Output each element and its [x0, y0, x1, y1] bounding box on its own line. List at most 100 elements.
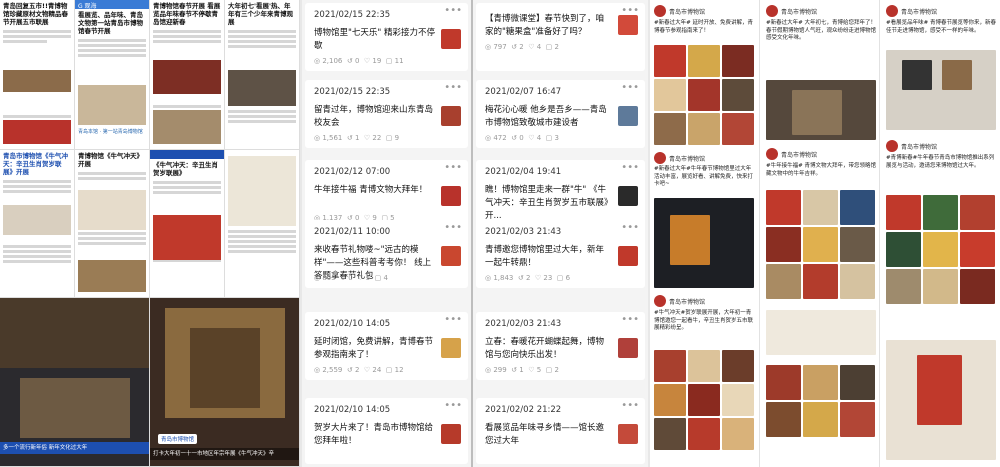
article-feed-panel-1: 2021/02/15 22:35 ••• 博物馆里"七天乐" 精彩接力不停歇 ◎ 2,…	[302, 0, 471, 467]
like-icon[interactable]: ♡	[528, 43, 534, 51]
comment-icon[interactable]: ▢	[386, 366, 393, 374]
more-options-icon[interactable]: •••	[621, 314, 639, 325]
article-card[interactable]: 2021/02/12 07:00 ••• 牛年接牛福 青博文物大拜年！ ◎ 1,137…	[305, 160, 468, 228]
more-options-icon[interactable]: •••	[444, 162, 462, 173]
news-screenshot-6[interactable]: 青博物馆《牛气冲天》开展	[75, 150, 150, 298]
comment-count: 12	[394, 366, 404, 374]
share-icon[interactable]: ↺	[511, 43, 517, 51]
news-image	[153, 110, 221, 144]
like-icon[interactable]: ♡	[357, 274, 363, 282]
comment-icon[interactable]: ▢	[546, 134, 553, 142]
article-title[interactable]: 瞧！博物馆里走来一群"牛" 《牛气冲天：辛丑生肖贺岁五市联展》开...	[485, 184, 610, 223]
article-title[interactable]: 牛年接牛福 青博文物大拜年！	[314, 184, 439, 197]
article-thumbnail[interactable]	[618, 186, 638, 206]
more-options-icon[interactable]: •••	[444, 400, 462, 411]
news-screenshot-3[interactable]: 青博物馆春节开展 看展览品年味春节不停歇青岛馆迎新春	[150, 0, 225, 150]
post-text: #牛气冲天#贺岁联展开展，大年初一青博馆邀您一起看牛，辛丑生肖贺岁五市联展精彩纷…	[654, 310, 754, 331]
article-title[interactable]: 贺岁大片来了！青岛市博物馆给您拜年啦！	[314, 422, 439, 448]
more-options-icon[interactable]: •••	[444, 314, 462, 325]
article-card[interactable]: 2021/02/03 21:43 ••• 青博邀您博物馆里过大年，新年一起牛转鼎！ ◎…	[476, 220, 645, 288]
comment-icon[interactable]: ▢	[546, 43, 553, 51]
more-options-icon[interactable]: •••	[444, 5, 462, 16]
like-icon[interactable]: ♡	[364, 366, 370, 374]
comment-icon[interactable]: ▢	[386, 134, 393, 142]
weibo-column-1[interactable]: 青岛市博物馆 #新春过大年# 延时开放、免费讲解，青博春节参观指南来了！ 青岛市…	[650, 0, 760, 467]
article-title[interactable]: 梅花沁心暖 他乡是吾乡——青岛市博物馆致敬城市建设者	[485, 104, 610, 130]
article-card[interactable]: 2021/02/03 21:43 ••• 立春：春暖花开蝴蝶起舞，博物馆与您向快乐出…	[476, 312, 645, 380]
news-screenshot-5[interactable]: 青岛市博物馆《牛气冲天：辛丑生肖贺岁联展》开展	[0, 150, 75, 298]
share-icon[interactable]: ↺	[347, 134, 353, 142]
view-count: 1,561	[322, 134, 343, 142]
article-thumbnail[interactable]	[441, 29, 461, 49]
article-thumbnail[interactable]	[618, 15, 638, 35]
share-icon[interactable]: ↺	[347, 57, 353, 65]
news-screenshot-2[interactable]: G 观海 看展览、品年味、青岛文物第一站青岛市博物馆春节开展 青岛本馆 · 第一…	[75, 0, 150, 150]
account-name: 青岛市博物馆	[781, 9, 818, 16]
article-title[interactable]: 留青过年，博物馆迎来山东青岛校友会	[314, 104, 439, 130]
article-card[interactable]: 2021/02/11 10:00 ••• 来收春节礼物喽~"远古的模样"——这些科普…	[305, 220, 468, 288]
article-thumbnail[interactable]	[441, 186, 461, 206]
share-icon[interactable]: ↺	[511, 366, 517, 374]
article-card[interactable]: 2021/02/07 16:47 ••• 梅花沁心暖 他乡是吾乡——青岛市博物馆致敬…	[476, 80, 645, 148]
video-still-1[interactable]: 多一个流行新年俗 新年文化过大年	[0, 298, 150, 467]
share-icon[interactable]: ↺	[347, 366, 353, 374]
more-options-icon[interactable]: •••	[444, 222, 462, 233]
article-stats: ◎ 472 ↺ 0 ♡ 4 ▢ 3	[485, 134, 559, 142]
article-card[interactable]: 2021/02/10 14:05 ••• 延时闭馆，免费讲解，青博春节参观指南来了！…	[305, 312, 468, 380]
more-options-icon[interactable]: •••	[444, 82, 462, 93]
comment-icon[interactable]: ▢	[557, 274, 564, 282]
weibo-column-3[interactable]: 青岛市博物馆 #看展览品年味# 青博春节展览等你来，新春佳节走进博物馆，感受不一…	[882, 0, 1000, 467]
like-icon[interactable]: ♡	[528, 366, 534, 374]
article-thumbnail[interactable]	[441, 106, 461, 126]
post-date: 2021/02/12 07:00	[314, 167, 391, 177]
weibo-column-2[interactable]: 青岛市博物馆 #新春过大年# 大年初七，青博给您拜年了！春节假期博物馆人气旺，观…	[762, 0, 880, 467]
view-count: 805	[322, 274, 336, 282]
article-stats: ◎ 299 ↺ 1 ♡ 5 ▢ 2	[485, 366, 559, 374]
article-title[interactable]: 博物馆里"七天乐" 精彩接力不停歇	[314, 27, 439, 53]
more-options-icon[interactable]: •••	[621, 222, 639, 233]
article-card[interactable]: ••• 【青博微课堂】春节快到了，咱家的"糖果盒"准备好了吗？ ◎ 797 ↺ 2 …	[476, 3, 645, 71]
view-count: 472	[493, 134, 507, 142]
article-thumbnail[interactable]	[618, 338, 638, 358]
article-title[interactable]: 延时闭馆，免费讲解，青博春节参观指南来了！	[314, 336, 439, 362]
article-thumbnail[interactable]	[618, 106, 638, 126]
like-icon[interactable]: ♡	[364, 134, 370, 142]
headline: 青博物馆春节开展 看展览品年味春节不停歇青岛馆迎新春	[153, 2, 221, 26]
more-options-icon[interactable]: •••	[621, 400, 639, 411]
more-options-icon[interactable]: •••	[621, 162, 639, 173]
like-icon[interactable]: ♡	[528, 134, 534, 142]
like-icon[interactable]: ♡	[364, 57, 370, 65]
article-title[interactable]: 【青博微课堂】春节快到了，咱家的"糖果盒"准备好了吗？	[485, 13, 610, 39]
article-title[interactable]: 看展览品年味寻乡情——馆长邀您过大年	[485, 422, 610, 448]
article-card[interactable]: 2021/02/15 22:35 ••• 博物馆里"七天乐" 精彩接力不停歇 ◎ 2,…	[305, 3, 468, 71]
article-thumbnail[interactable]	[618, 424, 638, 444]
comment-count: 2	[554, 43, 559, 51]
more-options-icon[interactable]: •••	[621, 82, 639, 93]
view-count: 299	[493, 366, 507, 374]
news-screenshot-8[interactable]	[225, 150, 300, 298]
article-thumbnail[interactable]	[618, 246, 638, 266]
video-still-2[interactable]: 青岛市博物馆 打卡大年初一十一市地区年宗年展《牛气冲天》辛	[150, 298, 300, 467]
news-screenshot-1[interactable]: 青岛回复五市!!青博物馆珍藏原材文物精品春节开展五市联展	[0, 0, 75, 150]
article-thumbnail[interactable]	[441, 338, 461, 358]
article-title[interactable]: 青博邀您博物馆里过大年，新年一起牛转鼎！	[485, 244, 610, 270]
comment-icon[interactable]: ▢	[375, 274, 382, 282]
article-card[interactable]: 2021/02/02 21:22 ••• 看展览品年味寻乡情——馆长邀您过大年	[476, 398, 645, 464]
like-icon[interactable]: ♡	[535, 274, 541, 282]
account-name: 青岛市博物馆	[901, 9, 938, 16]
article-thumbnail[interactable]	[441, 246, 461, 266]
article-card[interactable]: 2021/02/04 19:41 ••• 瞧！博物馆里走来一群"牛" 《牛气冲天：辛…	[476, 160, 645, 226]
share-icon[interactable]: ↺	[511, 134, 517, 142]
news-screenshot-4[interactable]: 大年初七'看展'热、年年有三个少年来青博观展	[225, 0, 300, 150]
comment-icon[interactable]: ▢	[546, 366, 553, 374]
share-icon[interactable]: ↺	[518, 274, 524, 282]
comment-icon[interactable]: ▢	[386, 57, 393, 65]
news-screenshot-7[interactable]: 《牛气冲天：辛丑生肖贺岁联展》	[150, 150, 225, 298]
article-card[interactable]: 2021/02/10 14:05 ••• 贺岁大片来了！青岛市博物馆给您拜年啦！	[305, 398, 468, 464]
like-count: 24	[372, 366, 382, 374]
article-thumbnail[interactable]	[441, 424, 461, 444]
share-icon[interactable]: ↺	[340, 274, 346, 282]
article-title[interactable]: 立春：春暖花开蝴蝶起舞，博物馆与您向快乐出发！	[485, 336, 610, 362]
article-card[interactable]: 2021/02/15 22:35 ••• 留青过年，博物馆迎来山东青岛校友会 ◎ 1,…	[305, 80, 468, 148]
avatar	[654, 295, 666, 307]
